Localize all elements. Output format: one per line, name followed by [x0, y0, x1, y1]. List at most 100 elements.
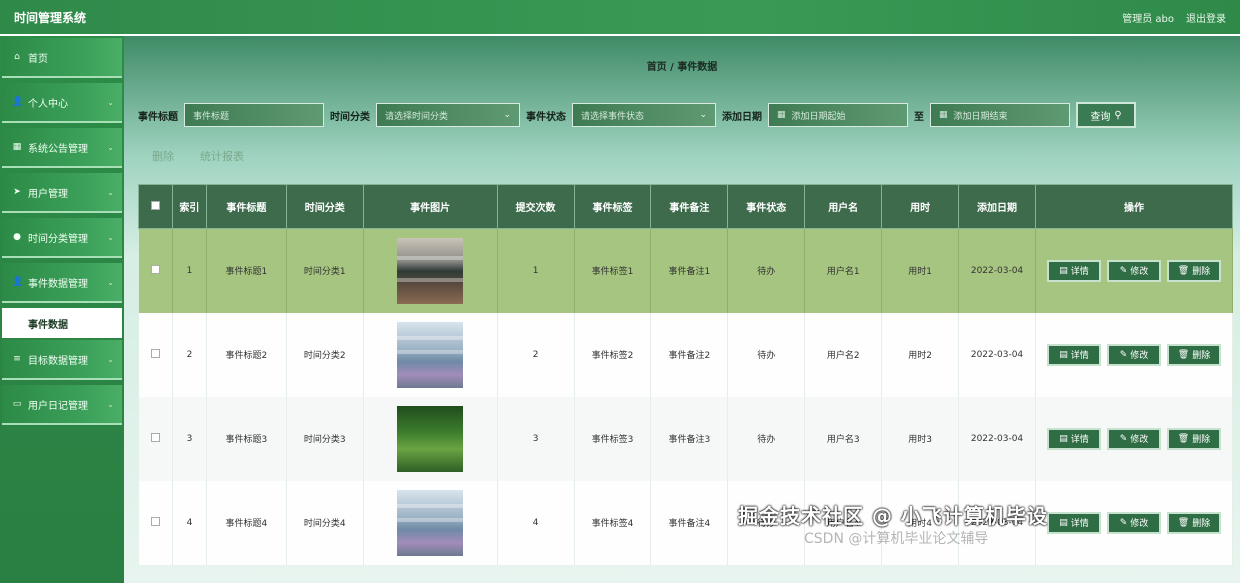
detail-button[interactable]: ▤ 详情 [1046, 427, 1101, 450]
sidebar-item-personal-center[interactable]: 👤 个人中心 ⌄ [2, 83, 122, 123]
breadcrumb-home[interactable]: 首页 [647, 62, 667, 73]
search-bar: 事件标题 事件标题 时间分类 请选择时间分类 ⌄ 事件状态 请选择事件状态 ⌄ … [138, 102, 1136, 128]
delete-button[interactable]: 删除 [152, 148, 174, 164]
cell-count: 1 [497, 228, 575, 313]
breadcrumb-separator: / [670, 62, 674, 73]
cell-status: 待办 [727, 396, 806, 481]
send-icon: ➤ [13, 187, 21, 197]
row-checkbox[interactable] [150, 264, 160, 274]
row-checkbox[interactable] [150, 348, 160, 358]
sidebar-subitem-event-data[interactable]: 事件数据 [2, 308, 122, 338]
table-row[interactable]: 3 事件标题3 时间分类3 3 事件标签3 事件备注3 待办 用户名3 用时3 … [138, 396, 1234, 481]
trash-icon: 🗑 [1177, 265, 1190, 276]
col-header: 操作 [1034, 184, 1234, 229]
cell-title: 事件标题1 [206, 228, 287, 313]
sidebar-item-goal-data[interactable]: ≡ 目标数据管理 ⌄ [2, 340, 122, 380]
edit-button[interactable]: ✎ 修改 [1106, 343, 1161, 366]
row-checkbox-cell[interactable] [138, 396, 173, 481]
cell-count: 4 [497, 480, 575, 565]
row-checkbox-cell[interactable] [138, 312, 173, 397]
table-row[interactable]: 4 事件标题4 时间分类4 4 事件标签4 事件备注4 待办 用户名4 用时4 … [138, 480, 1234, 565]
row-checkbox[interactable] [150, 432, 160, 442]
breadcrumb-current: 事件数据 [677, 62, 718, 73]
query-button[interactable]: 查询 ⚲ [1076, 102, 1136, 128]
row-checkbox-cell[interactable] [138, 480, 173, 565]
table-row[interactable]: 2 事件标题2 时间分类2 2 事件标签2 事件备注2 待办 用户名2 用时2 … [138, 312, 1234, 397]
edit-button[interactable]: ✎ 修改 [1106, 259, 1161, 282]
status-select-placeholder: 请选择事件状态 [581, 111, 645, 122]
col-header: 事件标题 [205, 184, 287, 229]
row-checkbox[interactable] [150, 516, 160, 526]
cell-date: 2022-03-04 [958, 228, 1036, 313]
watermark-text-secondary: CSDN @计算机毕业论文辅导 [804, 531, 989, 547]
cell-title: 事件标题3 [206, 396, 287, 481]
sidebar-item-label: 首页 [28, 53, 48, 65]
cell-note: 事件备注2 [650, 312, 729, 397]
cell-index: 4 [172, 480, 207, 565]
sidebar-item-label: 目标数据管理 [28, 355, 88, 367]
chevron-down-icon: ⌄ [107, 97, 114, 107]
chevron-down-icon: ⌄ [107, 354, 114, 364]
delete-row-button[interactable]: 🗑 删除 [1166, 511, 1221, 534]
cell-count: 3 [497, 396, 575, 481]
sidebar-item-time-category[interactable]: ● 时间分类管理 ⌄ [2, 218, 122, 258]
detail-button[interactable]: ▤ 详情 [1046, 343, 1101, 366]
delete-row-button[interactable]: 🗑 删除 [1166, 259, 1221, 282]
pin-icon: ● [13, 232, 21, 242]
sidebar-item-users[interactable]: ➤ 用户管理 ⌄ [2, 173, 122, 213]
trash-icon: 🗑 [1177, 517, 1190, 528]
cell-image [363, 480, 498, 565]
sidebar-item-user-diary[interactable]: ▭ 用户日记管理 ⌄ [2, 385, 122, 425]
action-bar: 删除 统计报表 [152, 148, 244, 164]
cell-actions: ▤ 详情 ✎ 修改 🗑 删除 [1035, 480, 1234, 565]
category-select[interactable]: 请选择时间分类 ⌄ [376, 103, 520, 127]
title-input[interactable]: 事件标题 [184, 103, 324, 127]
logout-link[interactable]: 退出登录 [1186, 10, 1226, 25]
chevron-down-icon: ⌄ [699, 110, 707, 120]
delete-row-button[interactable]: 🗑 删除 [1166, 427, 1221, 450]
sidebar-item-home[interactable]: ⌂ 首页 [2, 38, 122, 78]
cell-index: 2 [172, 312, 207, 397]
event-image [397, 321, 464, 388]
status-select[interactable]: 请选择事件状态 ⌄ [572, 103, 716, 127]
edit-icon: ✎ [1119, 265, 1128, 276]
cell-tag: 事件标签3 [574, 396, 652, 481]
top-bar: 时间管理系统 管理员 abo 退出登录 [0, 0, 1240, 34]
cell-duration: 用时1 [881, 228, 960, 313]
sidebar-item-label: 时间分类管理 [28, 233, 88, 245]
col-header: 添加日期 [958, 184, 1036, 229]
watermark-text: 掘金技术社区 @ 小飞计算机毕设 [738, 504, 1048, 528]
chevron-down-icon: ⌄ [107, 399, 114, 409]
report-button[interactable]: 统计报表 [200, 148, 244, 164]
home-icon: ⌂ [14, 52, 20, 62]
sidebar-item-announcements[interactable]: ▦ 系统公告管理 ⌄ [2, 128, 122, 168]
cell-tag: 事件标签4 [574, 480, 652, 565]
sidebar-item-label: 用户管理 [28, 188, 68, 200]
event-image [397, 489, 464, 556]
detail-button[interactable]: ▤ 详情 [1046, 259, 1101, 282]
event-image [397, 237, 464, 304]
chevron-down-icon: ⌄ [107, 187, 114, 197]
trash-icon: 🗑 [1177, 433, 1190, 444]
edit-button[interactable]: ✎ 修改 [1106, 427, 1161, 450]
chevron-down-icon: ⌄ [107, 232, 114, 242]
category-label: 时间分类 [330, 111, 370, 123]
edit-button[interactable]: ✎ 修改 [1106, 511, 1161, 534]
cell-image [363, 228, 498, 313]
select-all-checkbox[interactable] [150, 200, 160, 210]
delete-row-button[interactable]: 🗑 删除 [1166, 343, 1221, 366]
select-all-header[interactable] [138, 184, 173, 229]
table-row[interactable]: 1 事件标题1 时间分类1 1 事件标签1 事件备注1 待办 用户名1 用时1 … [138, 228, 1234, 313]
status-label: 事件状态 [526, 111, 566, 123]
sidebar-item-label: 系统公告管理 [28, 143, 88, 155]
sidebar-item-label: 事件数据管理 [28, 278, 88, 290]
date-start-placeholder: 添加日期起始 [791, 111, 846, 122]
col-header: 事件备注 [650, 184, 729, 229]
date-end-input[interactable]: ▦ 添加日期结束 [930, 103, 1070, 127]
cell-status: 待办 [727, 228, 806, 313]
detail-button[interactable]: ▤ 详情 [1046, 511, 1101, 534]
date-start-input[interactable]: ▦ 添加日期起始 [768, 103, 908, 127]
row-checkbox-cell[interactable] [138, 228, 173, 313]
sidebar-item-event-data[interactable]: 👤 事件数据管理 ⌄ [2, 263, 122, 303]
cell-title: 事件标题2 [206, 312, 287, 397]
